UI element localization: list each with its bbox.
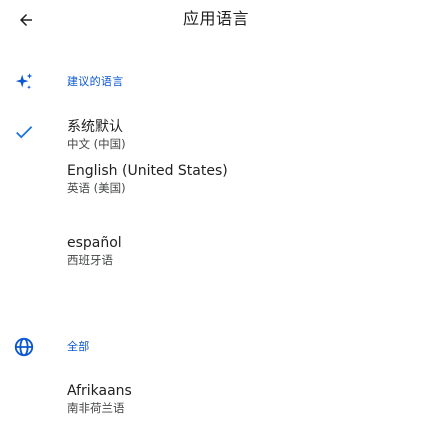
language-name: Afrikaans bbox=[67, 383, 132, 399]
language-item-system-default[interactable]: 系统默认 中文 (中国) bbox=[0, 118, 433, 158]
page-title: 应用语言 bbox=[183, 9, 250, 28]
language-item-afrikaans[interactable]: Afrikaans 南非荷兰语 bbox=[0, 382, 433, 422]
check-icon bbox=[16, 126, 33, 139]
language-name: 系统默认 bbox=[67, 119, 123, 135]
sparkle-icon bbox=[12, 70, 36, 94]
suggested-section-label: 建议的语言 bbox=[67, 75, 124, 88]
language-name: English (United States) bbox=[67, 163, 228, 179]
back-button[interactable] bbox=[15, 9, 37, 31]
top-app-bar: 应用语言 bbox=[0, 0, 433, 40]
language-item-english[interactable]: English (United States) 英语 (美国) bbox=[0, 162, 433, 202]
globe-icon bbox=[12, 335, 36, 359]
language-name: español bbox=[67, 235, 122, 251]
language-native-name: 南非荷兰语 bbox=[67, 401, 125, 415]
language-item-spanish[interactable]: español 西班牙语 bbox=[0, 234, 433, 274]
arrow-back-icon bbox=[20, 14, 32, 26]
language-native-name: 中文 (中国) bbox=[67, 137, 126, 151]
language-native-name: 西班牙语 bbox=[67, 253, 113, 267]
all-languages-section-label: 全部 bbox=[67, 340, 90, 353]
all-languages-section-header: 全部 bbox=[0, 335, 433, 359]
language-native-name: 英语 (美国) bbox=[67, 181, 126, 195]
suggested-section-header: 建议的语言 bbox=[0, 70, 433, 94]
